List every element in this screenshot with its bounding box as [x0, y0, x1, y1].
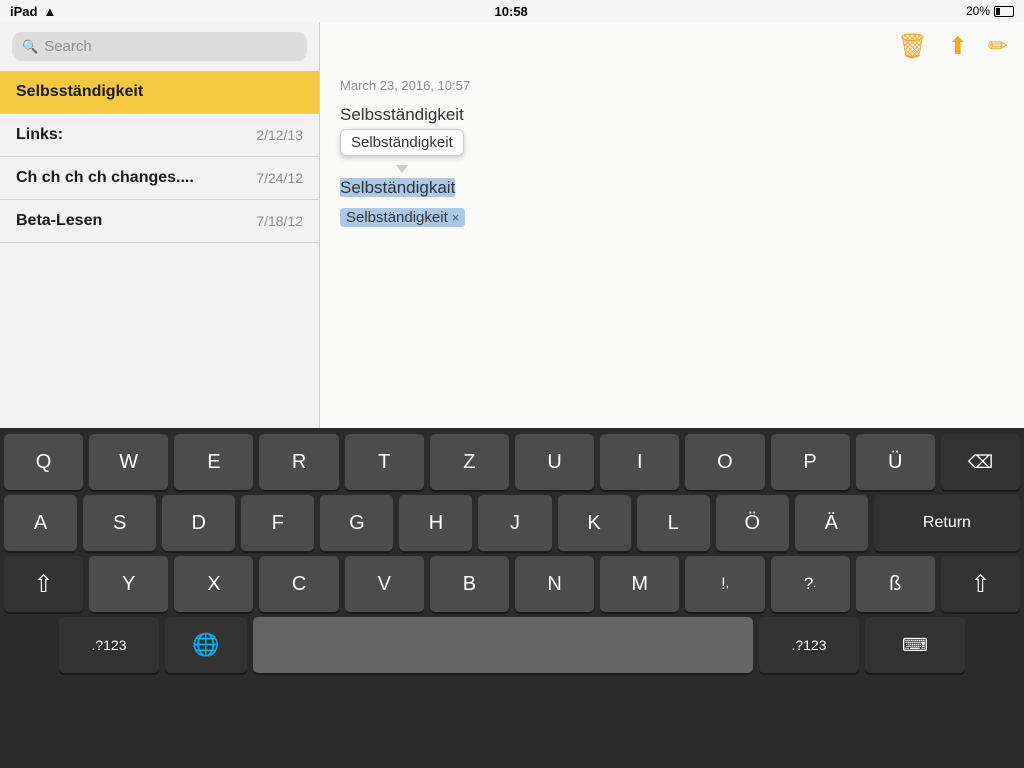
key-row-2: A S D F G H J K L Ö Ä Return	[4, 495, 1020, 551]
status-right: 20%	[966, 4, 1014, 18]
share-button[interactable]: ⬆	[948, 32, 968, 61]
key-l[interactable]: L	[637, 495, 710, 551]
space-key[interactable]	[253, 617, 753, 673]
key-r[interactable]: R	[259, 434, 338, 490]
globe-key[interactable]: 🌐	[165, 617, 247, 673]
text-selected[interactable]: Selbständigkait	[340, 178, 455, 197]
key-t[interactable]: T	[345, 434, 424, 490]
key-u[interactable]: U	[515, 434, 594, 490]
note-title-4: Beta-Lesen	[16, 212, 102, 230]
key-ue[interactable]: Ü	[856, 434, 935, 490]
note-timestamp: March 23, 2016, 10:57	[340, 78, 1004, 93]
key-q[interactable]: Q	[4, 434, 83, 490]
key-x[interactable]: X	[174, 556, 253, 612]
note-date-2: 2/12/13	[256, 127, 303, 143]
key-f[interactable]: F	[241, 495, 314, 551]
note-item-2[interactable]: Links: 2/12/13	[0, 114, 319, 157]
key-excl[interactable]: !,	[685, 556, 764, 612]
return-key[interactable]: Return	[874, 495, 1020, 551]
text-tag[interactable]: Selbständigkeit ×	[340, 208, 465, 227]
note-item-1[interactable]: Selbsständigkeit	[0, 71, 319, 114]
backspace-key[interactable]: ⌫	[941, 434, 1020, 490]
key-b[interactable]: B	[430, 556, 509, 612]
shift-left-key[interactable]: ⇧	[4, 556, 83, 612]
note-title-1: Selbsständigkeit	[16, 83, 143, 101]
toolbar-right: 🗑 ⬆ ✏	[897, 32, 1008, 61]
autocorrect-popup[interactable]: Selbständigkeit	[340, 129, 464, 156]
key-c[interactable]: C	[259, 556, 338, 612]
autocorrect-block: Selbständigkeit Selbständigkait	[340, 129, 464, 198]
status-bar: iPad ▲ 10:58 20%	[0, 0, 1024, 22]
note-item-3[interactable]: Ch ch ch ch changes.... 7/24/12	[0, 157, 319, 200]
key-row-3: ⇧ Y X C V B N M !, ?. ß ⇧	[4, 556, 1020, 612]
note-content: March 23, 2016, 10:57 Selbsständigkeit S…	[320, 62, 1024, 243]
key-quest[interactable]: ?.	[771, 556, 850, 612]
key-eszett[interactable]: ß	[856, 556, 935, 612]
key-ae[interactable]: Ä	[795, 495, 868, 551]
key-j[interactable]: J	[478, 495, 551, 551]
main-layout: 🔍 Search Selbsständigkeit Links: 2/12/13…	[0, 22, 1024, 428]
status-left: iPad ▲	[10, 4, 56, 19]
key-y[interactable]: Y	[89, 556, 168, 612]
key-a[interactable]: A	[4, 495, 77, 551]
sidebar: 🔍 Search Selbsständigkeit Links: 2/12/13…	[0, 22, 320, 428]
key-p[interactable]: P	[771, 434, 850, 490]
key-oe[interactable]: Ö	[716, 495, 789, 551]
hide-keyboard-key[interactable]: ⌨	[865, 617, 965, 673]
note-item-4[interactable]: Beta-Lesen 7/18/12	[0, 200, 319, 243]
key-e[interactable]: E	[174, 434, 253, 490]
key-k[interactable]: K	[558, 495, 631, 551]
key-v[interactable]: V	[345, 556, 424, 612]
delete-button[interactable]: 🗑	[897, 32, 927, 61]
key-h[interactable]: H	[399, 495, 472, 551]
note-date-3: 7/24/12	[256, 170, 303, 186]
keyboard-rows: Q W E R T Z U I O P Ü ⌫ A S D F G H J K …	[0, 428, 1024, 679]
key-w[interactable]: W	[89, 434, 168, 490]
note-title-2: Links:	[16, 126, 63, 144]
search-bar[interactable]: 🔍 Search	[12, 32, 307, 61]
note-title-3: Ch ch ch ch changes....	[16, 169, 194, 187]
text-line-1: Selbsständigkeit	[340, 105, 1004, 125]
key-g[interactable]: G	[320, 495, 393, 551]
key-i[interactable]: I	[600, 434, 679, 490]
status-time: 10:58	[495, 4, 528, 19]
key-z[interactable]: Z	[430, 434, 509, 490]
fn-left-key[interactable]: .?123	[59, 617, 159, 673]
tag-line: Selbständigkeit ×	[340, 208, 1004, 227]
shift-right-key[interactable]: ⇧	[941, 556, 1020, 612]
tag-close-button[interactable]: ×	[452, 210, 460, 225]
key-o[interactable]: O	[685, 434, 764, 490]
device-label: iPad	[10, 4, 37, 19]
key-n[interactable]: N	[515, 556, 594, 612]
key-m[interactable]: M	[600, 556, 679, 612]
key-d[interactable]: D	[162, 495, 235, 551]
key-row-4: .?123 🌐 .?123 ⌨	[4, 617, 1020, 673]
key-s[interactable]: S	[83, 495, 156, 551]
wifi-icon: ▲	[43, 4, 56, 19]
keyboard: Q W E R T Z U I O P Ü ⌫ A S D F G H J K …	[0, 428, 1024, 768]
key-row-1: Q W E R T Z U I O P Ü ⌫	[4, 434, 1020, 490]
note-date-4: 7/18/12	[256, 213, 303, 229]
edit-button[interactable]: ✏	[988, 32, 1008, 61]
battery-label: 20%	[966, 4, 990, 18]
battery-icon	[994, 6, 1014, 17]
content-area: 🗑 ⬆ ✏ March 23, 2016, 10:57 Selbsständig…	[320, 22, 1024, 428]
fn-right-key[interactable]: .?123	[759, 617, 859, 673]
search-placeholder: Search	[44, 38, 92, 55]
search-icon: 🔍	[22, 39, 38, 55]
